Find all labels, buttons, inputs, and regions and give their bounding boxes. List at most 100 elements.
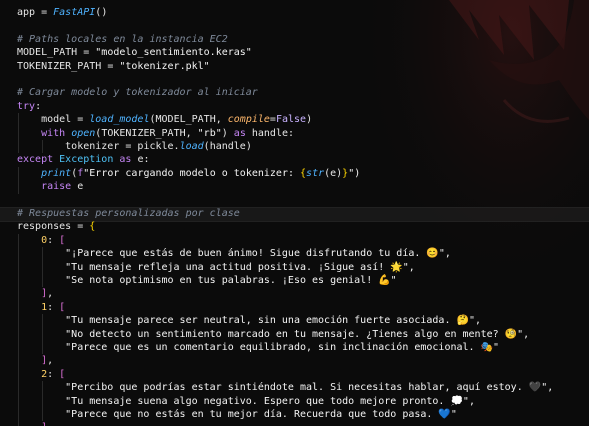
code-line[interactable]: responses = { bbox=[17, 220, 95, 233]
code-token: MODEL_PATH bbox=[17, 47, 84, 59]
code-token: load_model bbox=[89, 114, 150, 126]
code-line[interactable]: TOKENIZER_PATH = "tokenizer.pkl" bbox=[17, 60, 210, 73]
code-token: tokenizer bbox=[17, 141, 126, 152]
code-token: load bbox=[179, 141, 204, 152]
code-token: (MODEL_PATH, bbox=[149, 114, 228, 126]
code-token: # Cargar modelo y tokenizador al iniciar bbox=[17, 87, 258, 99]
code-line[interactable]: 1: [ bbox=[17, 301, 65, 314]
code-token: [ bbox=[59, 368, 66, 380]
code-token: Exception bbox=[59, 154, 120, 166]
code-line[interactable]: "Parece que no estás en tu mejor día. Re… bbox=[17, 408, 457, 421]
code-token: as bbox=[119, 154, 138, 166]
code-token: TOKENIZER_PATH bbox=[17, 60, 108, 72]
code-line[interactable]: tokenizer = pickle.load(handle) bbox=[17, 140, 252, 153]
code-line[interactable]: 2: [ bbox=[17, 368, 65, 381]
code-token: # Paths locales en la instancia EC2 bbox=[17, 33, 228, 45]
code-token: "Tu mensaje suena algo negativo. Espero … bbox=[17, 395, 475, 407]
code-token: { bbox=[89, 221, 96, 233]
code-line[interactable]: "Tu mensaje refleja una actitud positiva… bbox=[17, 261, 415, 274]
code-token: : bbox=[47, 368, 60, 380]
code-token: = bbox=[125, 141, 138, 152]
code-line[interactable]: "Tu mensaje parece ser neutral, sin una … bbox=[17, 314, 481, 327]
code-line[interactable]: # Paths locales en la instancia EC2 bbox=[17, 33, 228, 46]
code-token: # Respuestas personalizadas por clase bbox=[17, 208, 240, 219]
code-line[interactable]: with open(TOKENIZER_PATH, "rb") as handl… bbox=[17, 127, 294, 140]
code-line[interactable]: "Parece que es un comentario equilibrado… bbox=[17, 341, 499, 354]
code-token: ") bbox=[348, 167, 361, 179]
code-token: try bbox=[17, 100, 36, 112]
code-token: ) bbox=[221, 127, 234, 139]
code-token: , bbox=[47, 355, 54, 367]
code-token: = bbox=[83, 47, 96, 59]
code-token: str bbox=[306, 167, 325, 179]
code-token: with bbox=[41, 127, 72, 139]
code-token: : bbox=[47, 301, 60, 313]
code-token: [ bbox=[59, 234, 66, 246]
code-token: raise bbox=[41, 181, 78, 193]
code-token: [ bbox=[59, 301, 66, 313]
code-token: ] bbox=[41, 422, 47, 426]
code-token: (e) bbox=[324, 167, 343, 179]
code-token: "¡Parece que estás de buen ánimo! Sigue … bbox=[17, 248, 451, 260]
code-token: handle: bbox=[251, 127, 295, 139]
code-line[interactable]: raise e bbox=[17, 180, 83, 193]
code-token: responses bbox=[17, 221, 78, 233]
code-line[interactable]: print(f"Error cargando modelo o tokenize… bbox=[17, 167, 360, 180]
code-line[interactable]: # Cargar modelo y tokenizador al iniciar bbox=[17, 86, 258, 99]
code-token: ) bbox=[306, 114, 313, 126]
code-token: model bbox=[17, 114, 78, 126]
code-line[interactable]: "Percibo que podrías estar sintiéndote m… bbox=[17, 381, 553, 394]
code-line[interactable]: "¡Parece que estás de buen ánimo! Sigue … bbox=[17, 247, 451, 260]
code-token: app bbox=[17, 7, 42, 18]
code-line[interactable]: model = load_model(MODEL_PATH, compile=F… bbox=[17, 113, 312, 126]
code-token: open bbox=[71, 127, 96, 139]
code-token: e: bbox=[137, 154, 150, 166]
code-token: "Error cargando modelo o tokenizer: bbox=[83, 167, 301, 179]
code-token: = bbox=[41, 7, 54, 18]
code-token: print bbox=[41, 167, 72, 179]
code-token: () bbox=[95, 7, 108, 18]
code-token: = bbox=[77, 221, 90, 233]
code-line[interactable]: MODEL_PATH = "modelo_sentimiento.keras" bbox=[17, 46, 252, 59]
code-line[interactable]: # Respuestas personalizadas por clase bbox=[17, 207, 240, 220]
code-line[interactable]: app = FastAPI() bbox=[17, 6, 107, 19]
code-token: "Se nota optimismo en tus palabras. ¡Eso… bbox=[17, 275, 397, 286]
code-token: : bbox=[35, 100, 42, 112]
code-token: e bbox=[77, 181, 84, 193]
code-line[interactable]: 0: [ bbox=[17, 234, 65, 247]
code-token: False bbox=[275, 114, 307, 126]
code-token: "Tu mensaje parece ser neutral, sin una … bbox=[17, 315, 481, 327]
code-token: "modelo_sentimiento.keras" bbox=[95, 47, 252, 59]
code-token: "Parece que no estás en tu mejor día. Re… bbox=[17, 409, 457, 420]
code-token: = bbox=[107, 60, 120, 72]
code-line[interactable]: "Tu mensaje suena algo negativo. Espero … bbox=[17, 395, 475, 408]
code-line[interactable]: "No detecto un sentimiento marcado en tu… bbox=[17, 328, 529, 341]
code-line[interactable]: try: bbox=[17, 100, 41, 113]
code-token: "No detecto un sentimiento marcado en tu… bbox=[17, 328, 530, 340]
code-line[interactable]: except Exception as e: bbox=[17, 153, 149, 166]
code-token: = bbox=[77, 114, 90, 126]
code-line[interactable]: ] bbox=[17, 421, 47, 426]
code-token: "tokenizer.pkl" bbox=[119, 60, 210, 72]
code-token: compile bbox=[227, 114, 270, 126]
code-token: , bbox=[47, 288, 54, 300]
code-token: "rb" bbox=[197, 127, 222, 139]
code-token: "Parece que es un comentario equilibrado… bbox=[17, 342, 500, 353]
code-token: : bbox=[47, 234, 60, 246]
code-token: pickle. bbox=[137, 141, 180, 152]
code-token: (TOKENIZER_PATH, bbox=[95, 127, 198, 139]
code-token: "Tu mensaje refleja una actitud positiva… bbox=[17, 261, 415, 273]
code-editor[interactable]: app = FastAPI() # Paths locales en la ins… bbox=[0, 0, 589, 426]
code-line[interactable]: ], bbox=[17, 354, 53, 367]
code-token: (handle) bbox=[203, 141, 252, 152]
code-line[interactable]: ], bbox=[17, 287, 53, 300]
code-line[interactable]: "Se nota optimismo en tus palabras. ¡Eso… bbox=[17, 274, 397, 287]
